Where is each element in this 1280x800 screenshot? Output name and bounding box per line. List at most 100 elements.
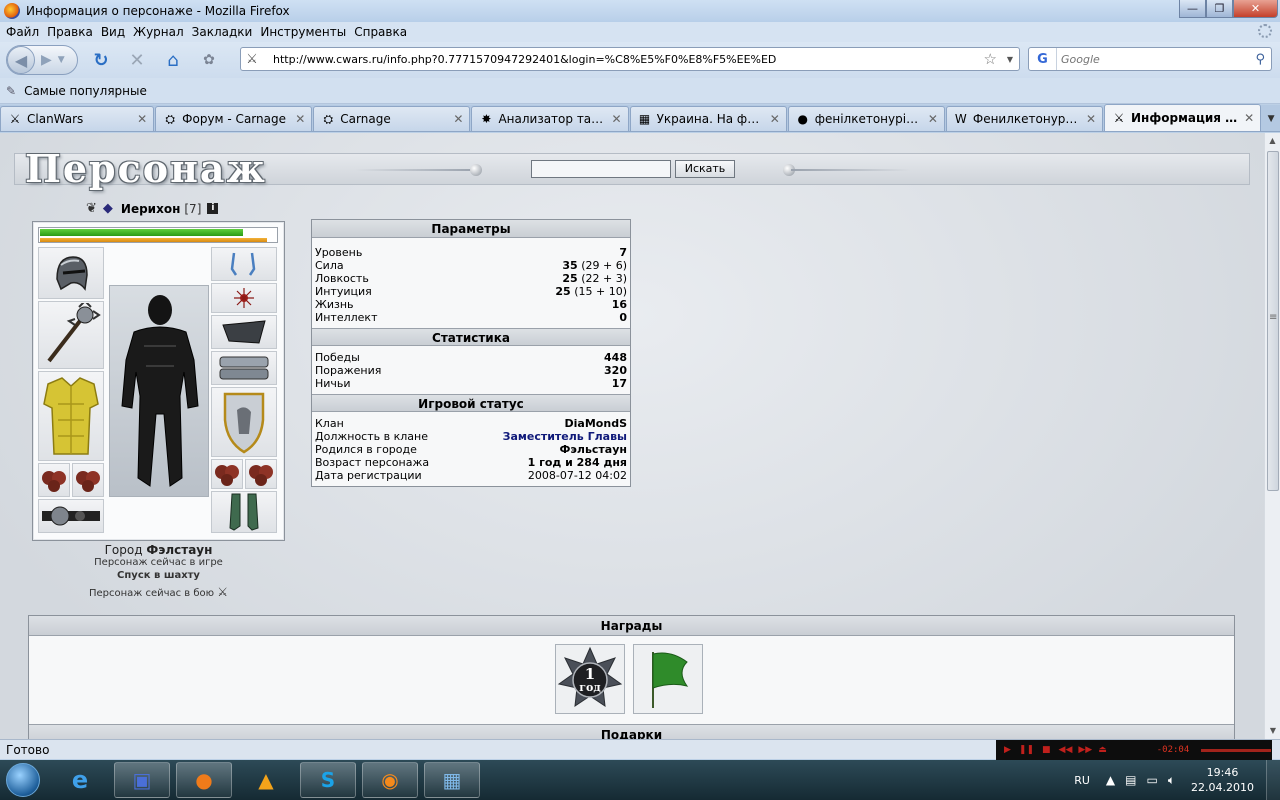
params-label: Интеллект: [315, 311, 378, 324]
amulet-slot[interactable]: [211, 283, 277, 313]
earrings-slot[interactable]: [211, 247, 277, 281]
tab-close-icon[interactable]: ✕: [926, 112, 940, 126]
tab-close-icon[interactable]: ✕: [768, 112, 782, 126]
search-input[interactable]: [1061, 52, 1241, 66]
player-volume[interactable]: [1201, 748, 1272, 752]
armor-slot[interactable]: [38, 371, 104, 461]
taskbar-save[interactable]: ▣: [114, 762, 170, 798]
window-title: Информация о персонаже - Mozilla Firefox: [26, 4, 290, 18]
tab-3[interactable]: ✸ Анализатор такт... ✕: [471, 106, 629, 131]
info-icon[interactable]: i: [207, 203, 219, 214]
clan-gem-icon[interactable]: ◆: [103, 201, 113, 216]
tab-2[interactable]: ⛭ Carnage ✕: [313, 106, 471, 131]
url-dropdown-icon[interactable]: ▼: [1007, 55, 1013, 64]
pause-icon[interactable]: ❚❚: [1019, 745, 1034, 755]
history-dropdown-icon[interactable]: ▼: [58, 55, 65, 65]
maximize-button[interactable]: ❐: [1206, 0, 1233, 18]
prev-icon[interactable]: ◀◀: [1059, 745, 1073, 755]
bookmark-star-icon[interactable]: ☆: [984, 50, 997, 68]
search-button[interactable]: Искать: [675, 160, 735, 178]
next-icon[interactable]: ▶▶: [1078, 745, 1092, 755]
eject-icon[interactable]: ⏏: [1098, 745, 1107, 755]
gauntlets-slot[interactable]: [211, 351, 277, 385]
tab-close-icon[interactable]: ✕: [610, 112, 624, 126]
status-row: Должность в клане Заместитель Главы: [315, 430, 627, 443]
clock[interactable]: 19:46 22.04.2010: [1191, 765, 1254, 795]
tab-1[interactable]: ⛭ Форум - Carnage ✕: [155, 106, 313, 131]
pauldron-slot[interactable]: [211, 315, 277, 349]
tray-expand-icon[interactable]: ▲: [1106, 773, 1115, 787]
tray-app-icon[interactable]: ▤: [1125, 773, 1136, 787]
taskbar-messenger[interactable]: ◉: [362, 762, 418, 798]
ring-slot-1[interactable]: [38, 463, 70, 497]
taskbar-control-panel[interactable]: ▦: [424, 762, 480, 798]
award-green-flag[interactable]: [633, 644, 703, 714]
url-text[interactable]: http://www.cwars.ru/info.php?0.777157094…: [273, 53, 776, 66]
tab-5[interactable]: ● фенілкетонурія - ... ✕: [787, 106, 945, 131]
tab-label: фенілкетонурія - ...: [814, 112, 922, 126]
addon-icon[interactable]: ✿: [196, 47, 222, 73]
google-engine-icon[interactable]: G: [1029, 48, 1057, 70]
scroll-down-icon[interactable]: ▼: [1265, 723, 1280, 739]
show-desktop-button[interactable]: [1266, 760, 1280, 800]
site-identity-icon[interactable]: ⚔: [241, 52, 263, 67]
tab-close-icon[interactable]: ✕: [293, 112, 307, 126]
reload-icon[interactable]: ↻: [88, 47, 114, 73]
menu-file[interactable]: Файл: [2, 25, 43, 39]
back-arrow-icon[interactable]: ◀: [7, 46, 35, 74]
page-scrollbar[interactable]: ▲ ▼: [1264, 133, 1280, 739]
forward-arrow-icon[interactable]: ▶: [41, 52, 52, 68]
menu-tools[interactable]: Инструменты: [256, 25, 350, 39]
tab-0[interactable]: ⚔ ClanWars ✕: [0, 106, 155, 131]
start-button[interactable]: [0, 760, 46, 800]
tab-close-icon[interactable]: ✕: [451, 112, 465, 126]
bookmarks-toolbar: ✎ Самые популярные: [0, 78, 1280, 104]
params-row: Интеллект 0: [315, 311, 627, 324]
weapon-slot[interactable]: [38, 301, 104, 369]
close-button[interactable]: ✕: [1233, 0, 1278, 18]
mp-bar: [40, 238, 267, 242]
menu-view[interactable]: Вид: [97, 25, 129, 39]
url-bar[interactable]: ⚔ http://www.cwars.ru/info.php?0.7771570…: [240, 47, 1020, 71]
menu-history[interactable]: Журнал: [129, 25, 188, 39]
minimize-button[interactable]: —: [1179, 0, 1206, 18]
menu-bookmarks[interactable]: Закладки: [188, 25, 257, 39]
ring-slot-4[interactable]: [245, 459, 277, 489]
network-icon[interactable]: ▭: [1146, 773, 1157, 787]
tab-close-icon[interactable]: ✕: [1084, 112, 1098, 126]
status-value[interactable]: Заместитель Главы: [503, 430, 627, 443]
boots-slot[interactable]: [211, 491, 277, 533]
character-search-input[interactable]: [531, 160, 671, 178]
play-icon[interactable]: ▶: [1004, 745, 1011, 755]
taskbar-aimp[interactable]: ▲: [238, 762, 294, 798]
bookmark-most-visited[interactable]: Самые популярные: [24, 84, 147, 98]
tab-4[interactable]: ▦ Украина. На фин... ✕: [629, 106, 787, 131]
award-one-year[interactable]: 1 год: [555, 644, 625, 714]
stop-icon[interactable]: ✕: [124, 47, 150, 73]
taskbar-ie[interactable]: e: [52, 762, 108, 798]
ring-slot-2[interactable]: [72, 463, 104, 497]
menu-help[interactable]: Справка: [350, 25, 411, 39]
tab-list-icon[interactable]: ▼: [1262, 106, 1280, 131]
scroll-up-icon[interactable]: ▲: [1265, 133, 1280, 149]
menu-edit[interactable]: Правка: [43, 25, 97, 39]
tab-close-icon[interactable]: ✕: [135, 112, 149, 126]
ring-slot-3[interactable]: [211, 459, 243, 489]
belt-slot[interactable]: [38, 499, 104, 533]
home-icon[interactable]: ⌂: [160, 47, 186, 73]
search-bar[interactable]: G ⚲: [1028, 47, 1272, 71]
search-icon[interactable]: ⚲: [1255, 52, 1265, 67]
taskbar-skype[interactable]: S: [300, 762, 356, 798]
taskbar-firefox[interactable]: ●: [176, 762, 232, 798]
shield-slot[interactable]: [211, 387, 277, 457]
tab-close-icon[interactable]: ✕: [1242, 111, 1256, 125]
crossed-swords-icon[interactable]: ⚔: [217, 585, 228, 599]
tab-6[interactable]: W Фенилкетонурия ... ✕: [945, 106, 1103, 131]
scroll-thumb[interactable]: [1267, 151, 1279, 491]
aimp-icon: ▲: [258, 768, 274, 792]
language-indicator[interactable]: RU: [1074, 774, 1090, 787]
stop-media-icon[interactable]: ■: [1042, 745, 1051, 755]
helmet-slot[interactable]: [38, 247, 104, 299]
volume-icon[interactable]: 🔈︎: [1168, 773, 1175, 788]
tab-7[interactable]: ⚔ Информация о ... ✕: [1104, 104, 1262, 131]
